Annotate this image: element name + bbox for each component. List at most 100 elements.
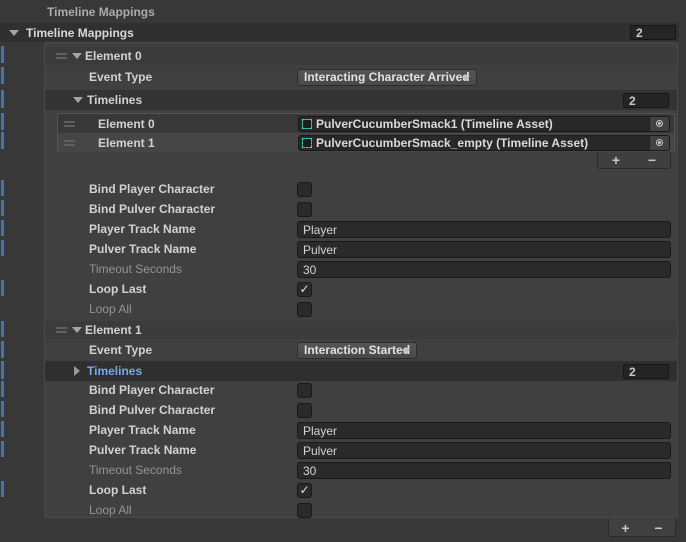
player-track-name-input[interactable]: Player	[297, 221, 671, 238]
timelines-label: Timelines	[87, 364, 142, 378]
timelines-list: Element 0 PulverCucumberSmack1 (Timeline…	[57, 113, 675, 152]
field-row: Bind Player Character	[45, 180, 677, 198]
field-label: Player Track Name	[89, 423, 196, 437]
timelines-size-field[interactable]: 2	[623, 93, 669, 108]
object-picker-button[interactable]	[649, 135, 669, 151]
timeout-seconds-input[interactable]: 30	[297, 462, 671, 479]
event-type-dropdown[interactable]: Interaction Started	[297, 342, 417, 359]
override-indicator-bar	[1, 220, 4, 236]
override-indicator-bar	[1, 113, 4, 130]
checkmark-icon: ✓	[299, 484, 309, 496]
field-row: Bind Pulver Character	[45, 200, 677, 218]
timeout-seconds-input[interactable]: 30	[297, 261, 671, 278]
property-label: Timeline Mappings	[47, 5, 155, 19]
override-indicator-bar	[1, 381, 4, 397]
object-picker-button[interactable]	[649, 116, 669, 132]
drag-handle-icon[interactable]	[56, 53, 67, 59]
field-label: Player Track Name	[89, 222, 196, 236]
field-row: Bind Pulver Character	[45, 401, 677, 419]
field-row: Timeout Seconds 30	[45, 260, 677, 278]
object-field-value: PulverCucumberSmack1 (Timeline Asset)	[316, 117, 649, 131]
override-indicator-bar	[1, 90, 4, 108]
field-label: Bind Player Character	[89, 383, 214, 397]
object-field-value: PulverCucumberSmack_empty (Timeline Asse…	[316, 136, 649, 150]
timelines-size-field[interactable]: 2	[623, 364, 669, 379]
timeline-mappings-footer: + −	[608, 519, 676, 537]
list-size-field[interactable]: 2	[630, 25, 676, 40]
event-type-row: Event Type Interacting Character Arrived	[45, 68, 677, 86]
override-indicator-bar	[1, 67, 4, 84]
element-1-header[interactable]: Element 1	[45, 321, 677, 339]
item-label: Element 1	[98, 136, 155, 150]
event-type-dropdown[interactable]: Interacting Character Arrived	[297, 69, 477, 86]
timeline-asset-field[interactable]: PulverCucumberSmack1 (Timeline Asset)	[298, 116, 670, 132]
bind-player-character-checkbox[interactable]	[297, 182, 312, 197]
foldout-closed-icon[interactable]	[74, 366, 80, 376]
object-picker-icon	[656, 139, 663, 146]
timeline-mappings-header[interactable]: Timeline Mappings	[0, 23, 679, 42]
timelines-header[interactable]: Timelines 2	[45, 90, 677, 110]
override-indicator-bar	[1, 341, 4, 358]
override-indicator-bar	[1, 481, 4, 497]
override-indicator-bar	[1, 46, 4, 63]
field-row: Player Track Name Player	[45, 220, 677, 238]
override-indicator-bar	[1, 240, 4, 256]
field-label: Timeout Seconds	[89, 262, 182, 276]
chevron-down-icon	[462, 76, 470, 81]
override-indicator-bar	[1, 421, 4, 437]
pulver-track-name-input[interactable]: Pulver	[297, 442, 671, 459]
timelines-label: Timelines	[87, 93, 142, 107]
override-indicator-bar	[1, 401, 4, 417]
remove-element-button[interactable]: −	[654, 521, 662, 535]
field-row: Pulver Track Name Pulver	[45, 441, 677, 459]
field-row: Loop Last ✓	[45, 481, 677, 499]
object-picker-icon	[656, 120, 663, 127]
bind-player-character-checkbox[interactable]	[297, 383, 312, 398]
field-label: Loop Last	[89, 282, 146, 296]
timelines-list-footer: + −	[597, 152, 671, 169]
remove-element-button[interactable]: −	[648, 153, 656, 167]
field-row: Bind Player Character	[45, 381, 677, 399]
add-element-button[interactable]: +	[612, 153, 620, 167]
drag-handle-icon[interactable]	[64, 121, 75, 127]
element-label: Element 0	[85, 49, 142, 63]
bind-pulver-character-checkbox[interactable]	[297, 403, 312, 418]
field-label: Loop All	[89, 503, 132, 517]
override-indicator-bar	[1, 361, 4, 379]
foldout-open-icon[interactable]	[72, 53, 82, 59]
field-label: Timeout Seconds	[89, 463, 182, 477]
loop-last-checkbox[interactable]: ✓	[297, 483, 312, 498]
add-element-button[interactable]: +	[621, 521, 629, 535]
foldout-open-icon[interactable]	[9, 30, 19, 36]
chevron-down-icon	[402, 349, 410, 354]
field-label: Event Type	[89, 343, 152, 357]
timeline-item-row[interactable]: Element 1 PulverCucumberSmack_empty (Tim…	[58, 133, 674, 152]
loop-all-checkbox[interactable]	[297, 503, 312, 518]
loop-all-checkbox[interactable]	[297, 302, 312, 317]
drag-handle-icon[interactable]	[56, 327, 67, 333]
timeline-asset-icon	[302, 138, 312, 148]
field-label: Bind Player Character	[89, 182, 214, 196]
dropdown-value: Interacting Character Arrived	[304, 70, 470, 84]
override-indicator-bar	[1, 441, 4, 457]
pulver-track-name-input[interactable]: Pulver	[297, 241, 671, 258]
event-type-row: Event Type Interaction Started	[45, 341, 677, 359]
override-indicator-bar	[1, 132, 4, 149]
loop-last-checkbox[interactable]: ✓	[297, 282, 312, 297]
bind-pulver-character-checkbox[interactable]	[297, 202, 312, 217]
player-track-name-input[interactable]: Player	[297, 422, 671, 439]
timelines-header-collapsed[interactable]: Timelines 2	[45, 361, 677, 381]
override-indicator-bar	[1, 180, 4, 196]
checkmark-icon: ✓	[299, 283, 309, 295]
drag-handle-icon[interactable]	[64, 140, 75, 146]
override-indicator-bar	[1, 321, 4, 337]
element-0-header[interactable]: Element 0	[45, 47, 677, 65]
list-body: Element 0 Event Type Interacting Charact…	[44, 42, 678, 518]
foldout-open-icon[interactable]	[72, 327, 82, 333]
field-row: Loop Last ✓	[45, 280, 677, 298]
field-row: Player Track Name Player	[45, 421, 677, 439]
timeline-item-row[interactable]: Element 0 PulverCucumberSmack1 (Timeline…	[58, 114, 674, 133]
foldout-open-icon[interactable]	[73, 97, 83, 103]
timeline-asset-field[interactable]: PulverCucumberSmack_empty (Timeline Asse…	[298, 135, 670, 151]
field-row: Loop All	[45, 300, 677, 318]
